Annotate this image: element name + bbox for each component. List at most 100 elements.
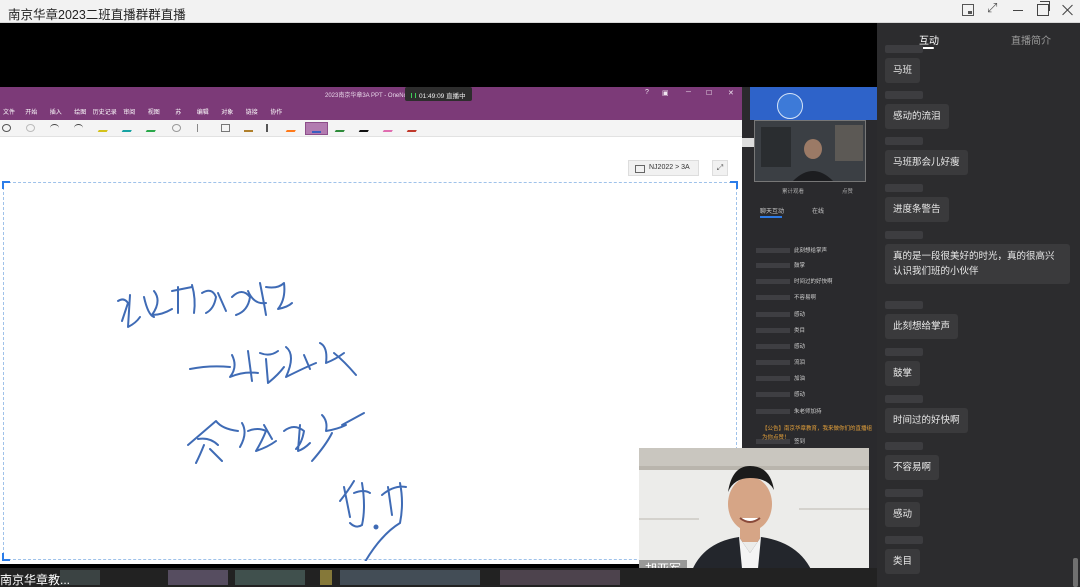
comment-item: 不容易啊 xyxy=(885,442,940,480)
restore-icon[interactable] xyxy=(1037,1,1050,16)
comment-username xyxy=(885,489,923,497)
comment-item: 时间过的好快啊 xyxy=(885,395,968,433)
window-title-bar: 南京华章2023二班直播群群直播 xyxy=(0,0,1080,23)
ribbon-tab[interactable]: 苏 xyxy=(166,103,191,120)
close-icon[interactable] xyxy=(1062,4,1074,16)
comment-bubble: 鼓掌 xyxy=(885,361,921,386)
ribbon-tab[interactable]: 链接 xyxy=(240,103,265,120)
inner-tabs: 聊天互动 在线 xyxy=(750,204,877,218)
comment-bubble: 马班 xyxy=(885,58,921,83)
insert-space-icon[interactable] xyxy=(197,124,206,132)
undo-icon[interactable] xyxy=(50,124,59,132)
onenote-window: 2023南京华章3A PPT - OneNo 01:49:09 直播中 ? ▣ … xyxy=(0,87,742,564)
picture-in-picture-icon[interactable] xyxy=(962,4,974,16)
eraser-icon[interactable] xyxy=(221,124,230,132)
inner-message-user xyxy=(756,344,790,350)
fullscreen-icon[interactable]: ▣ xyxy=(662,89,669,97)
inner-message: 此刻想给掌声 xyxy=(756,246,827,254)
ribbon-tab[interactable]: 插入 xyxy=(44,103,69,120)
pen-orange-icon[interactable] xyxy=(285,124,300,132)
comment-bubble: 类目 xyxy=(885,549,921,574)
inner-message-text: 不容易啊 xyxy=(794,295,817,301)
tab-online[interactable]: 在线 xyxy=(812,206,824,215)
comment-bubble: 感动的流泪 xyxy=(885,104,949,129)
comment-username xyxy=(885,137,923,145)
pen-black-icon[interactable] xyxy=(358,124,373,132)
minimize-icon[interactable] xyxy=(1012,4,1024,16)
pen-green-icon[interactable] xyxy=(145,124,160,132)
taskbar-item[interactable] xyxy=(168,570,228,585)
window-title: 南京华章2023二班直播群群直播 xyxy=(8,8,186,22)
ribbon-tab[interactable]: 视图 xyxy=(142,103,167,120)
touch-pen-icon[interactable] xyxy=(266,124,275,132)
pen-teal-icon[interactable] xyxy=(121,124,136,132)
inner-message-user xyxy=(756,392,790,398)
pen-red-icon[interactable] xyxy=(406,124,421,132)
ribbon-tab[interactable]: 对象 xyxy=(215,103,240,120)
pen-blue-selected[interactable] xyxy=(305,122,328,135)
comment-bubble: 进度条警告 xyxy=(885,197,949,222)
inner-message-user xyxy=(756,295,790,301)
back-icon[interactable] xyxy=(2,124,11,132)
comment-bubble: 时间过的好快啊 xyxy=(885,408,968,433)
ribbon-tab[interactable]: 协作 xyxy=(264,103,289,120)
ribbon-tab[interactable]: 开始 xyxy=(19,103,44,120)
ribbon-tab[interactable]: 绘图 xyxy=(68,103,93,120)
maximize-icon[interactable]: ☐ xyxy=(706,89,712,97)
shared-screen: 2023南京华章3A PPT - OneNo 01:49:09 直播中 ? ▣ … xyxy=(0,23,877,587)
comment-bubble: 不容易啊 xyxy=(885,455,940,480)
forward-icon[interactable] xyxy=(26,124,35,132)
inner-message-user xyxy=(756,360,790,366)
fullscreen-icon[interactable] xyxy=(987,1,999,16)
pen-yellow-icon[interactable] xyxy=(97,124,112,132)
comment-item: 真的是一段很美好的时光，真的很高兴认识我们班的小伙伴 xyxy=(885,231,1070,284)
ribbon-tab[interactable]: 历史记录 xyxy=(93,103,118,120)
taskbar-item[interactable] xyxy=(500,570,620,585)
inner-message: 鼓掌 xyxy=(756,261,805,269)
inner-message-user xyxy=(756,328,790,334)
highlighter-icon[interactable] xyxy=(244,124,253,132)
lasso-icon[interactable] xyxy=(172,124,181,132)
comment-item: 马班那会儿好瘦 xyxy=(885,137,968,175)
tab-chat[interactable]: 聊天互动 xyxy=(760,206,784,215)
comment-bubble: 马班那会儿好瘦 xyxy=(885,150,968,175)
ribbon-tab[interactable]: 编辑 xyxy=(191,103,216,120)
notebook-breadcrumb[interactable]: NJ2022 > 3A xyxy=(628,160,699,176)
comment-username xyxy=(885,45,923,53)
inner-message: 类目 xyxy=(756,326,805,334)
comment-bubble: 感动 xyxy=(885,502,921,527)
inner-message-user xyxy=(756,279,790,285)
inner-camera-preview xyxy=(754,120,866,182)
scrollbar[interactable] xyxy=(1073,558,1078,587)
pen-darkgreen-icon[interactable] xyxy=(334,124,349,132)
minimize-icon[interactable]: ─ xyxy=(686,89,691,96)
taskbar-item[interactable] xyxy=(320,570,332,585)
taskbar: 南京华章教... xyxy=(0,568,877,587)
note-canvas[interactable] xyxy=(2,181,738,561)
expand-icon[interactable]: ⤢ xyxy=(712,160,728,176)
comment-username xyxy=(885,395,923,403)
comment-username xyxy=(885,231,923,239)
inner-message-text: 感动 xyxy=(794,392,806,398)
interaction-panel: 互动 直播简介 马班 感动的流泪 马班那会儿好瘦 进度条警告 真的是一段很美好的时光，真… xyxy=(877,23,1080,587)
pen-pink-icon[interactable] xyxy=(382,124,397,132)
comment-username xyxy=(885,536,923,544)
comment-bubble: 此刻想给掌声 xyxy=(885,314,959,339)
ribbon-tab[interactable]: 文件 xyxy=(3,103,19,120)
total-views-label: 累计观看 xyxy=(782,189,805,195)
tab-live-intro[interactable]: 直播简介 xyxy=(1011,32,1051,47)
taskbar-item[interactable] xyxy=(235,570,305,585)
ribbon-tab[interactable]: 审阅 xyxy=(117,103,142,120)
comment-item: 鼓掌 xyxy=(885,348,923,386)
close-icon[interactable]: ✕ xyxy=(728,89,734,97)
comment-bubble: 真的是一段很美好的时光，真的很高兴认识我们班的小伙伴 xyxy=(885,244,1070,284)
inner-message-user xyxy=(756,263,790,269)
inner-message-text: 鼓掌 xyxy=(794,263,806,269)
signal-icon xyxy=(411,93,416,98)
help-button[interactable]: ? xyxy=(645,89,649,96)
timer-value: 01:49:09 xyxy=(419,93,445,100)
panel-toggle-icon[interactable] xyxy=(742,138,754,147)
taskbar-item[interactable] xyxy=(340,570,480,585)
redo-icon[interactable] xyxy=(74,124,83,132)
comment-item: 感动的流泪 xyxy=(885,91,949,129)
